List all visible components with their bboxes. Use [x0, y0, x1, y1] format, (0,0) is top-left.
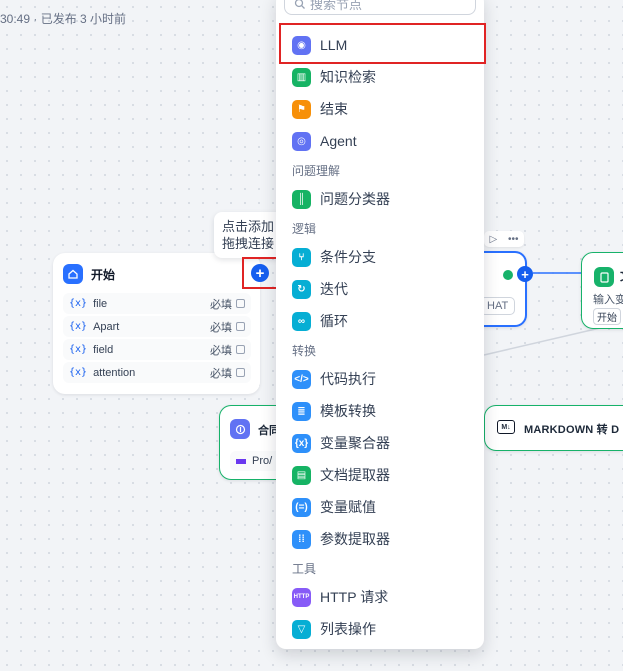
required-label: 必填	[210, 321, 232, 334]
list-filter-icon: ▽	[292, 619, 311, 639]
menu-item-label: HTTP 请求	[320, 589, 389, 605]
menu-item-label: 代码执行	[320, 371, 376, 387]
required-label: 必填	[210, 367, 232, 380]
model-provider-icon	[236, 458, 246, 464]
menu-item-label: Agent	[320, 133, 357, 149]
required-label: 必填	[210, 298, 232, 311]
markdown-node-title: MARKDOWN 转 D	[524, 424, 620, 436]
run-icon[interactable]: ▷	[489, 234, 497, 245]
menu-item-end[interactable]: ⚑ 结束	[284, 95, 476, 123]
menu-item-agent[interactable]: ◎ Agent	[284, 127, 476, 155]
contract-llm-node[interactable]: 合同 Pro/	[219, 405, 285, 480]
branch-icon: ⑂	[292, 247, 311, 267]
doc-input-label: 输入变	[593, 294, 623, 306]
menu-item-label: 问题分类器	[320, 191, 390, 207]
variable-icon: {x}	[69, 344, 88, 355]
model-mode-chip: HAT	[480, 297, 516, 315]
search-input[interactable]: 搜索节点	[284, 0, 476, 15]
menu-item-label: 模板转换	[320, 403, 376, 419]
node-selector-panel: 搜索节点 ◉ LLM ▥ 知识检索 ⚑ 结束 ◎ Agent 问题理解 ║ 问题…	[276, 0, 484, 649]
variable-name: field	[93, 343, 114, 356]
doc-extractor-icon	[594, 267, 614, 287]
llm-icon	[230, 419, 250, 439]
menu-item-label: 变量聚合器	[320, 435, 390, 451]
start-node-header: 开始	[63, 264, 115, 284]
menu-item-if-else[interactable]: ⑂ 条件分支	[284, 243, 476, 271]
menu-item-iteration[interactable]: ↻ 迭代	[284, 275, 476, 303]
menu-item-code[interactable]: </> 代码执行	[284, 365, 476, 393]
menu-item-label: 知识检索	[320, 69, 376, 85]
variable-name: file	[93, 297, 108, 310]
template-icon: ≣	[292, 401, 311, 421]
assign-icon: (=)	[292, 497, 311, 517]
node-toolbar: ▷ •••	[484, 231, 524, 247]
variable-row: {x} field 必填	[63, 339, 251, 360]
menu-item-question-classifier[interactable]: ║ 问题分类器	[284, 185, 476, 213]
code-icon: </>	[292, 369, 311, 389]
menu-item-label: 列表操作	[320, 621, 376, 637]
search-icon	[294, 0, 305, 9]
search-placeholder: 搜索节点	[310, 0, 363, 12]
book-icon: ▥	[292, 67, 311, 87]
variable-name: Apart	[93, 320, 120, 333]
menu-item-template[interactable]: ≣ 模板转换	[284, 397, 476, 425]
menu-item-label: 变量赋值	[320, 499, 376, 515]
menu-item-label: 迭代	[320, 281, 348, 297]
home-icon	[63, 264, 83, 284]
required-label: 必填	[210, 344, 232, 357]
http-icon: HTTP	[292, 587, 311, 607]
highlight-box-llm-item	[279, 23, 486, 64]
variable-icon: {x}	[69, 298, 88, 309]
variable-row: {x} attention 必填	[63, 362, 251, 383]
menu-item-http-request[interactable]: HTTP HTTP 请求	[284, 583, 476, 611]
file-type-icon	[236, 299, 245, 308]
menu-item-parameter-extractor[interactable]: ⁞⁞ 参数提取器	[284, 525, 476, 553]
menu-item-label: 循环	[320, 313, 348, 329]
agent-icon: ◎	[292, 131, 311, 151]
doc-extractor-icon: ▤	[292, 465, 311, 485]
loop-icon: ∞	[292, 311, 311, 331]
start-node-title: 开始	[91, 267, 116, 282]
variable-row: {x} Apart 必填	[63, 316, 251, 337]
group-label-tools: 工具	[292, 562, 317, 576]
menu-item-list-operator[interactable]: ▽ 列表操作	[284, 615, 476, 643]
success-check-icon	[503, 270, 513, 280]
flag-icon: ⚑	[292, 99, 311, 119]
menu-item-loop[interactable]: ∞ 循环	[284, 307, 476, 335]
variable-row: {x} file 必填	[63, 293, 251, 314]
menu-item-label: 文档提取器	[320, 467, 390, 483]
menu-item-label: 条件分支	[320, 249, 376, 265]
variable-name: attention	[93, 366, 136, 379]
doc-input-chip: 开始	[593, 308, 621, 325]
more-icon[interactable]: •••	[508, 234, 519, 245]
start-variables: {x} file 必填 {x} Apart 必填 {x} field 必填 {x…	[63, 293, 251, 385]
model-chip-label: Pro/	[252, 455, 273, 467]
group-label-question-understanding: 问题理解	[292, 164, 341, 178]
menu-item-doc-extractor[interactable]: ▤ 文档提取器	[284, 461, 476, 489]
variable-icon: {x}	[69, 367, 88, 378]
menu-item-variable-aggregator[interactable]: {x} 变量聚合器	[284, 429, 476, 457]
menu-item-label: 结束	[320, 101, 348, 117]
llm-output-handle[interactable]: +	[517, 266, 533, 282]
markdown-node[interactable]: M↓ MARKDOWN 转 D	[484, 405, 623, 451]
highlight-box-add-button	[242, 257, 278, 289]
markdown-icon: M↓	[497, 420, 515, 434]
group-label-logic: 逻辑	[292, 222, 317, 236]
param-extractor-icon: ⁞⁞	[292, 529, 311, 549]
aggregator-icon: {x}	[292, 433, 311, 453]
text-type-icon	[236, 345, 245, 354]
iterate-icon: ↻	[292, 279, 311, 299]
menu-item-variable-assigner[interactable]: (=) 变量赋值	[284, 493, 476, 521]
classifier-icon: ║	[292, 189, 311, 209]
start-node[interactable]: 开始 {x} file 必填 {x} Apart 必填 {x} field 必填…	[53, 253, 260, 394]
text-type-icon	[236, 368, 245, 377]
variable-icon: {x}	[69, 321, 88, 332]
doc-extractor-node[interactable]: 文 输入变 开始	[581, 252, 623, 329]
menu-item-knowledge-retrieval[interactable]: ▥ 知识检索	[284, 63, 476, 91]
group-label-transform: 转换	[292, 344, 317, 358]
text-type-icon	[236, 322, 245, 331]
menu-item-label: 参数提取器	[320, 531, 390, 547]
